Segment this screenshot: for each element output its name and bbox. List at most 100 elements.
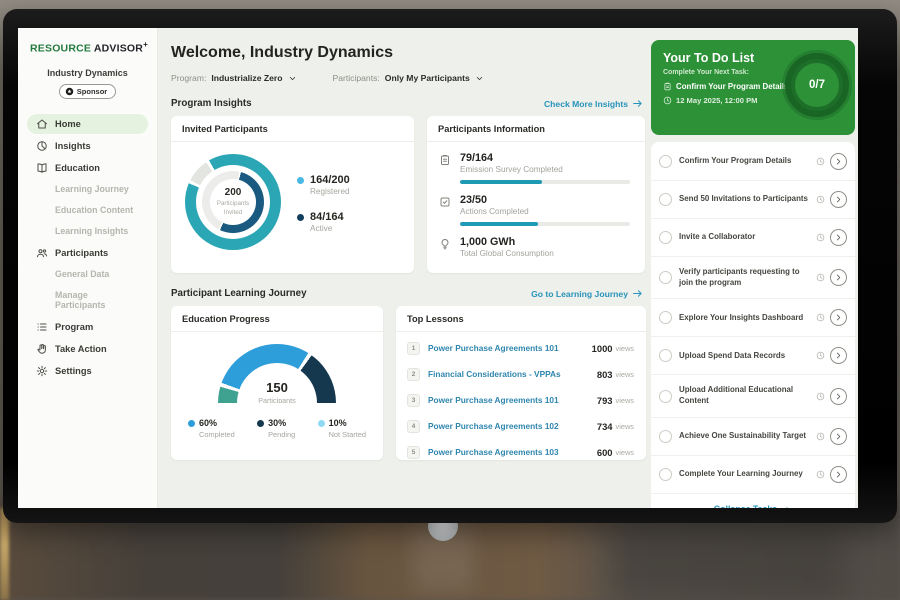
task-label: Confirm Your Program Details xyxy=(679,156,813,167)
sidebar-item[interactable]: Insights xyxy=(27,136,148,156)
filter-value: Industrialize Zero xyxy=(211,73,282,83)
sidebar-item[interactable]: Education xyxy=(27,158,148,178)
sidebar-item-label: Take Action xyxy=(55,344,107,354)
lesson-link[interactable]: Power Purchase Agreements 101 xyxy=(428,395,597,405)
todo-task-row: Upload Additional Educational Content xyxy=(651,375,855,417)
sidebar-item[interactable]: Learning Journey xyxy=(27,180,148,199)
lesson-rank: 3 xyxy=(407,394,420,407)
actions-icon xyxy=(439,196,451,208)
filter-dropdown[interactable]: Participants: Only My Participants xyxy=(333,73,484,83)
task-label: Upload Spend Data Records xyxy=(679,351,813,362)
task-open-button[interactable] xyxy=(830,191,847,208)
lesson-rank: 2 xyxy=(407,368,420,381)
todo-task-list: Confirm Your Program Details Send 50 Inv… xyxy=(651,142,855,508)
top-lessons-card: Top Lessons 1 Power Purchase Agreements … xyxy=(396,306,646,460)
task-open-button[interactable] xyxy=(830,269,847,286)
sidebar-item[interactable]: Home xyxy=(27,114,148,134)
clock-icon xyxy=(816,157,825,166)
legend-item: 164/200 Registered xyxy=(297,174,350,196)
legend-item: 30% Pending xyxy=(257,418,295,439)
background-shadow xyxy=(610,523,845,600)
info-label: Total Global Consumption xyxy=(460,249,554,258)
sidebar-item[interactable]: Education Content xyxy=(27,201,148,220)
task-open-button[interactable] xyxy=(830,466,847,483)
task-open-button[interactable] xyxy=(830,229,847,246)
task-label: Invite a Collaborator xyxy=(679,232,813,243)
task-open-button[interactable] xyxy=(830,309,847,326)
lesson-views-suffix: views xyxy=(616,396,634,405)
lesson-link[interactable]: Power Purchase Agreements 102 xyxy=(428,421,597,431)
clock-icon xyxy=(816,432,825,441)
sidebar-item[interactable]: Manage Participants xyxy=(27,286,148,315)
lesson-link[interactable]: Power Purchase Agreements 101 xyxy=(428,343,592,353)
task-checkbox[interactable] xyxy=(659,311,672,324)
settings-icon xyxy=(36,365,48,377)
todo-next-task: Confirm Your Program Details xyxy=(676,82,788,91)
sponsor-badge-label: Sponsor xyxy=(77,87,107,96)
sidebar-item[interactable]: Participants xyxy=(27,243,148,263)
lesson-link[interactable]: Power Purchase Agreements 103 xyxy=(428,447,597,457)
info-value: 1,000 GWh xyxy=(460,236,554,248)
lesson-views-suffix: views xyxy=(616,422,634,431)
legend-value: 60% xyxy=(199,418,217,428)
arrow-right-icon xyxy=(632,288,643,299)
legend-item: 60% Completed xyxy=(188,418,235,439)
todo-task-row: Achieve One Sustainability Target xyxy=(651,418,855,456)
task-checkbox[interactable] xyxy=(659,430,672,443)
collapse-tasks-link[interactable]: Collapse Tasks xyxy=(651,494,855,508)
legend-label: Active xyxy=(310,224,344,233)
task-checkbox[interactable] xyxy=(659,231,672,244)
chevron-up-icon xyxy=(782,504,792,508)
check-more-insights-link[interactable]: Check More Insights xyxy=(544,98,643,109)
gauge-center-label: Participants xyxy=(218,396,336,403)
task-checkbox[interactable] xyxy=(659,271,672,284)
task-checkbox[interactable] xyxy=(659,390,672,403)
legend-item: 10% Not Started xyxy=(318,418,366,439)
task-checkbox[interactable] xyxy=(659,468,672,481)
card-title: Education Progress xyxy=(171,306,383,332)
task-open-button[interactable] xyxy=(830,153,847,170)
task-checkbox[interactable] xyxy=(659,193,672,206)
legend-value: 10% xyxy=(329,418,347,428)
legend-item: 84/164 Active xyxy=(297,211,350,233)
logo-secondary: ADVISOR xyxy=(94,43,143,55)
lesson-link[interactable]: Financial Considerations - VPPAs xyxy=(428,369,597,379)
sidebar-item[interactable]: General Data xyxy=(27,265,148,284)
legend-value: 164/200 xyxy=(310,174,350,186)
task-checkbox[interactable] xyxy=(659,349,672,362)
todo-task-row: Confirm Your Program Details xyxy=(651,143,855,181)
todo-progress-ring: 0/7 xyxy=(785,53,849,117)
invited-participants-card: Invited Participants 200 Participants In… xyxy=(171,116,414,273)
lesson-row: 3 Power Purchase Agreements 101 793 view… xyxy=(396,387,646,413)
sponsor-badge[interactable]: Sponsor xyxy=(59,84,116,99)
legend-dot xyxy=(297,214,304,221)
sidebar-item[interactable]: Program xyxy=(27,317,148,337)
sidebar-item[interactable]: Learning Insights xyxy=(27,222,148,241)
task-open-button[interactable] xyxy=(830,388,847,405)
task-label: Complete Your Learning Journey xyxy=(679,469,813,480)
participants-information-card: Participants Information 79/164 Emission… xyxy=(427,116,645,273)
task-open-button[interactable] xyxy=(830,347,847,364)
chevron-right-icon xyxy=(834,195,843,204)
todo-task-row: Complete Your Learning Journey xyxy=(651,456,855,494)
sidebar-item-label: General Data xyxy=(55,269,109,279)
sidebar-item[interactable]: Settings xyxy=(27,361,148,381)
legend-value: 84/164 xyxy=(310,211,344,223)
legend-dot xyxy=(297,177,304,184)
monitor-bezel: RESOURCE ADVISOR+ Industry Dynamics Spon… xyxy=(3,9,897,523)
gauge-center-value: 150 xyxy=(218,380,336,395)
background-object xyxy=(0,508,9,600)
task-checkbox[interactable] xyxy=(659,155,672,168)
task-open-button[interactable] xyxy=(830,428,847,445)
app-logo: RESOURCE ADVISOR+ xyxy=(18,28,157,55)
filter-dropdown[interactable]: Program: Industrialize Zero xyxy=(171,73,297,83)
survey-icon xyxy=(439,154,451,166)
go-to-learning-journey-link[interactable]: Go to Learning Journey xyxy=(531,288,643,299)
info-label: Actions Completed xyxy=(460,207,630,216)
sidebar-item[interactable]: Take Action xyxy=(27,339,148,359)
chevron-down-icon xyxy=(288,74,297,83)
clock-icon xyxy=(816,233,825,242)
bulb-icon xyxy=(439,238,451,250)
task-label: Send 50 Invitations to Participants xyxy=(679,194,813,205)
info-value: 79/164 xyxy=(460,152,630,164)
